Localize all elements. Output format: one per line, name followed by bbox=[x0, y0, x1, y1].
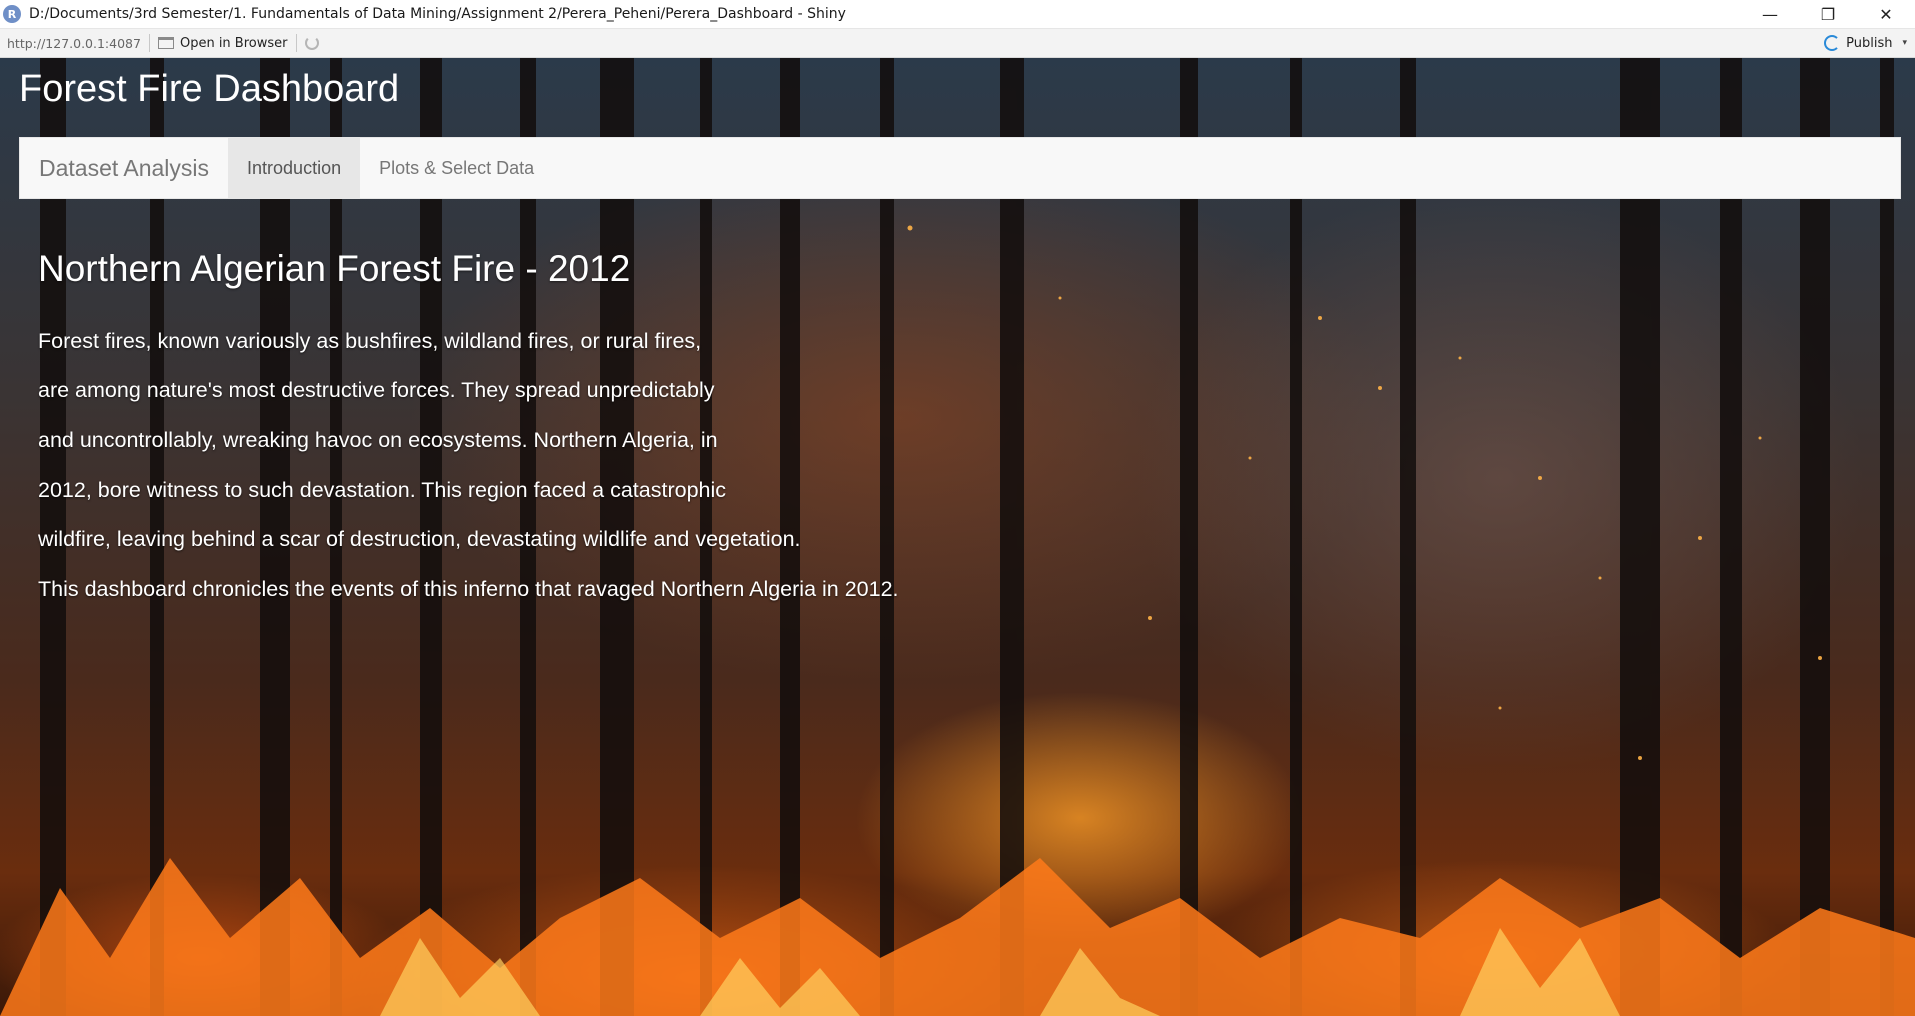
intro-line: wildfire, leaving behind a scar of destr… bbox=[38, 527, 801, 552]
publish-label: Publish bbox=[1846, 35, 1893, 51]
toolbar-divider bbox=[295, 34, 297, 52]
refresh-icon[interactable] bbox=[304, 36, 319, 50]
minimize-button[interactable]: — bbox=[1741, 0, 1799, 29]
navbar: Dataset Analysis Introduction Plots & Se… bbox=[19, 137, 1901, 199]
window-titlebar: R D:/Documents/3rd Semester/1. Fundament… bbox=[0, 0, 1915, 29]
window-controls: — ❐ ✕ bbox=[1741, 0, 1915, 29]
window-title: D:/Documents/3rd Semester/1. Fundamental… bbox=[29, 6, 846, 22]
intro-line: 2012, bore witness to such devastation. … bbox=[38, 477, 727, 502]
viewer-toolbar: http://127.0.0.1:4087 Open in Browser Pu… bbox=[0, 29, 1915, 58]
chevron-down-icon[interactable]: ▾ bbox=[1902, 38, 1907, 48]
intro-paragraph: Forest fires, known variously as bushfir… bbox=[38, 304, 899, 602]
app-title: Forest Fire Dashboard bbox=[19, 68, 400, 110]
intro-line: This dashboard chronicles the events of … bbox=[38, 576, 899, 601]
introduction-panel: Northern Algerian Forest Fire - 2012 For… bbox=[38, 248, 899, 602]
navbar-brand: Dataset Analysis bbox=[39, 154, 210, 181]
shiny-app: Forest Fire Dashboard Dataset Analysis I… bbox=[0, 58, 1915, 1016]
toolbar-divider bbox=[148, 34, 150, 52]
intro-line: are among nature's most destructive forc… bbox=[38, 378, 715, 403]
tab-plots-select-data[interactable]: Plots & Select Data bbox=[360, 138, 553, 198]
open-in-browser-label: Open in Browser bbox=[179, 35, 288, 51]
intro-heading: Northern Algerian Forest Fire - 2012 bbox=[38, 248, 631, 289]
publish-button[interactable]: Publish ▾ bbox=[1824, 29, 1907, 57]
restore-button[interactable]: ❐ bbox=[1799, 0, 1857, 29]
url-display: http://127.0.0.1:4087 bbox=[7, 35, 141, 51]
browser-window-icon bbox=[157, 37, 174, 49]
intro-line: Forest fires, known variously as bushfir… bbox=[38, 328, 702, 353]
close-button[interactable]: ✕ bbox=[1857, 0, 1915, 29]
rstudio-app-icon: R bbox=[3, 5, 21, 23]
publish-icon bbox=[1824, 35, 1841, 51]
tab-introduction[interactable]: Introduction bbox=[228, 138, 361, 198]
open-in-browser-button[interactable]: Open in Browser bbox=[157, 35, 288, 51]
intro-line: and uncontrollably, wreaking havoc on ec… bbox=[38, 427, 718, 452]
